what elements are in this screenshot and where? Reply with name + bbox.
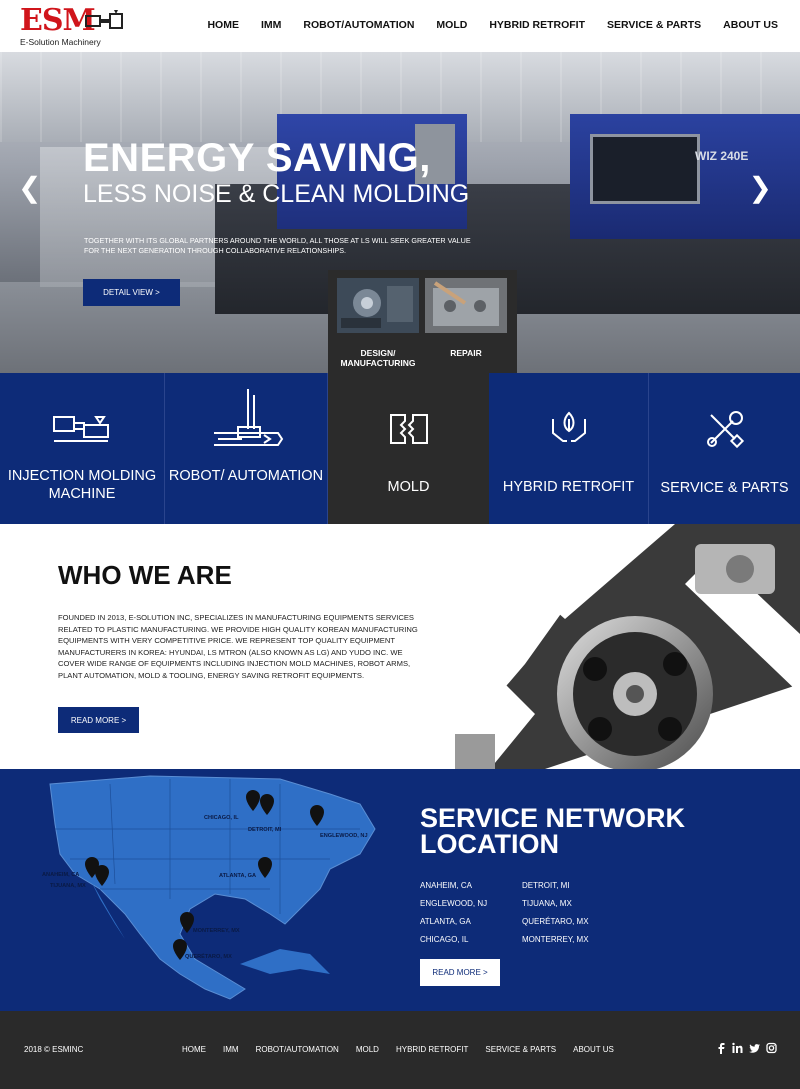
map-label-queretaro: QUERÉTARO, MX (185, 954, 232, 960)
nav-robot-automation[interactable]: ROBOT/AUTOMATION (303, 19, 414, 31)
design-manufacturing-image (337, 278, 419, 333)
detail-view-button[interactable]: DETAIL VIEW > (83, 279, 180, 306)
location-item: CHICAGO, IL (420, 935, 469, 944)
location-item: QUERÉTARO, MX (522, 917, 589, 926)
map-label-detroit: DETROIT, MI (248, 827, 282, 833)
footer-nav-home[interactable]: HOME (182, 1045, 206, 1054)
tile-label: MOLD (387, 479, 430, 495)
footer-nav-hybrid-retrofit[interactable]: HYBRID RETROFIT (396, 1045, 468, 1054)
footer-nav-mold[interactable]: MOLD (356, 1045, 379, 1054)
footer-nav-service-parts[interactable]: SERVICE & PARTS (485, 1045, 556, 1054)
logo[interactable]: ESM E-Solution Machinery (20, 6, 130, 48)
submenu-label: DESIGN/ MANUFACTURING (340, 348, 416, 368)
main-nav: HOME IMM ROBOT/AUTOMATION MOLD HYBRID RE… (207, 19, 778, 31)
nav-imm[interactable]: IMM (261, 19, 281, 31)
tile-label: ROBOT/ AUTOMATION (168, 468, 324, 484)
hero-title: ENERGY SAVING, (83, 136, 431, 180)
map-label-atlanta: ATLANTA, GA (219, 873, 257, 879)
slider-next-icon[interactable]: ❯ (749, 174, 772, 202)
map-label-monterrey: MONTERREY, MX (193, 928, 240, 934)
nav-home[interactable]: HOME (207, 19, 239, 31)
footer-nav: HOME IMM ROBOT/AUTOMATION MOLD HYBRID RE… (182, 1045, 614, 1054)
site-header: ESM E-Solution Machinery HOME IMM ROBOT/… (0, 0, 800, 52)
location-item: TIJUANA, MX (522, 899, 572, 908)
mold-icon (389, 414, 428, 444)
who-title: WHO WE ARE (58, 560, 232, 590)
hero-description: TOGETHER WITH ITS GLOBAL PARTNERS AROUND… (84, 236, 471, 255)
social-links (716, 1042, 777, 1054)
machine-model-label: WIZ 240E (695, 149, 749, 163)
nav-hybrid-retrofit[interactable]: HYBRID RETROFIT (489, 19, 585, 31)
site-footer: 2018 © ESMINC HOME IMM ROBOT/AUTOMATION … (0, 1011, 800, 1089)
tile-label: INJECTION MOLDING MACHINE (7, 468, 157, 502)
tile-robot-automation[interactable]: ROBOT/ AUTOMATION (165, 373, 328, 524)
twitter-icon[interactable] (749, 1042, 760, 1054)
location-item: ATLANTA, GA (420, 917, 471, 926)
nav-about-us[interactable]: ABOUT US (723, 19, 778, 31)
location-item: MONTERREY, MX (522, 935, 589, 944)
service-network-section: CHICAGO, IL DETROIT, MI ENGLEWOOD, NJ AN… (0, 769, 800, 1011)
submenu-repair[interactable]: REPAIR (425, 278, 507, 368)
gears-collage-image (395, 524, 800, 769)
map-label-englewood: ENGLEWOOD, NJ (320, 833, 368, 839)
slider-prev-icon[interactable]: ❮ (18, 174, 41, 202)
injection-machine-icon (53, 416, 109, 442)
robot-arm-icon (214, 389, 284, 446)
tile-mold[interactable]: MOLD (328, 373, 489, 524)
machine-logo-icon (85, 10, 123, 29)
footer-nav-imm[interactable]: IMM (223, 1045, 239, 1054)
leaf-hands-icon (551, 411, 586, 442)
footer-nav-robot-automation[interactable]: ROBOT/AUTOMATION (256, 1045, 339, 1054)
map-label-chicago: CHICAGO, IL (204, 815, 239, 821)
tile-hybrid-retrofit[interactable]: HYBRID RETROFIT (489, 373, 649, 524)
tile-label: SERVICE & PARTS (660, 480, 789, 496)
tile-injection-molding[interactable]: INJECTION MOLDING MACHINE (0, 373, 165, 524)
map-label-tijuana: TIJUANA, MX (50, 883, 86, 889)
north-america-map (49, 775, 376, 1000)
nav-mold[interactable]: MOLD (436, 19, 467, 31)
tile-service-parts[interactable]: SERVICE & PARTS (649, 373, 800, 524)
location-item: ANAHEIM, CA (420, 881, 473, 890)
tile-label: HYBRID RETROFIT (502, 479, 635, 495)
submenu-label: REPAIR (450, 348, 482, 358)
location-item: ENGLEWOOD, NJ (420, 899, 488, 908)
mold-submenu: DESIGN/ MANUFACTURING REPAIR (328, 270, 517, 373)
nav-service-parts[interactable]: SERVICE & PARTS (607, 19, 701, 31)
who-read-more-button[interactable]: READ MORE > (58, 707, 139, 733)
network-read-more-button[interactable]: READ MORE > (420, 959, 500, 986)
footer-nav-about-us[interactable]: ABOUT US (573, 1045, 614, 1054)
repair-image (425, 278, 507, 333)
location-list: ANAHEIM, CA DETROIT, MI ENGLEWOOD, NJ TI… (420, 881, 640, 944)
instagram-icon[interactable] (766, 1042, 777, 1054)
facebook-icon[interactable] (716, 1042, 726, 1054)
submenu-design-manufacturing[interactable]: DESIGN/ MANUFACTURING (337, 278, 419, 368)
tools-icon (706, 411, 744, 449)
network-title: SERVICE NETWORK LOCATION (420, 803, 686, 859)
category-tiles: INJECTION MOLDING MACHINE ROBOT/ AUTOMAT… (0, 373, 800, 524)
hero-subtitle: LESS NOISE & CLEAN MOLDING (83, 180, 470, 208)
map-label-anaheim: ANAHEIM, CA (42, 872, 80, 878)
location-item: DETROIT, MI (522, 881, 570, 890)
copyright-text: 2018 © ESMINC (24, 1045, 84, 1054)
linkedin-icon[interactable] (732, 1042, 743, 1054)
who-we-are-section: WHO WE ARE FOUNDED IN 2013, E-SOLUTION I… (0, 524, 800, 769)
logo-tagline: E-Solution Machinery (20, 37, 101, 47)
who-description: FOUNDED IN 2013, E-SOLUTION INC, SPECIAL… (58, 613, 418, 680)
